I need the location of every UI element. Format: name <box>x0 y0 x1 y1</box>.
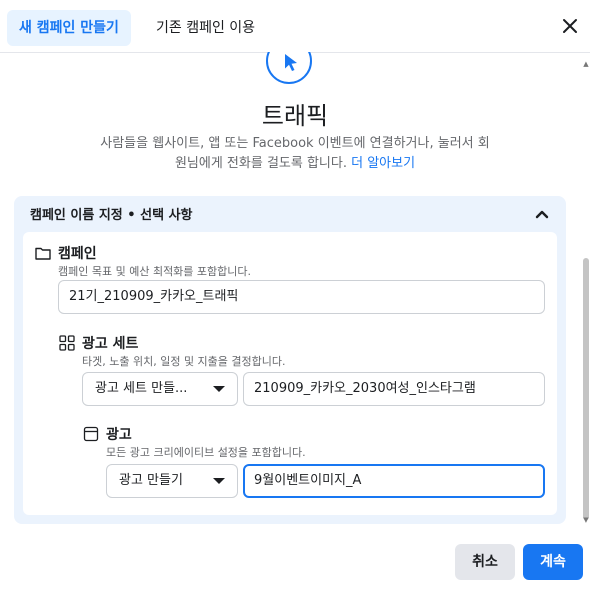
ad-select-label: 광고 만들기 <box>119 473 183 488</box>
campaign-name-input[interactable]: 21기_210909_카카오_트래픽 <box>58 280 545 314</box>
caret-down-icon <box>213 386 225 392</box>
ad-select[interactable]: 광고 만들기 <box>106 464 238 498</box>
objective-description-line1: 사람들을 웹사이트, 앱 또는 Facebook 이벤트에 연결하거나, 눌러서… <box>100 136 490 151</box>
learn-more-link[interactable]: 더 알아보기 <box>351 156 415 171</box>
dialog-header: 새 캠페인 만들기 기존 캠페인 이용 <box>0 0 590 53</box>
objective-description-line2: 원님에게 전화를 걸도록 합니다. <box>174 156 347 171</box>
close-icon[interactable] <box>558 14 582 38</box>
naming-panel: 캠페인 이름 지정 • 선택 사항 캠페인 캠페인 목표 및 예산 최적화를 포… <box>14 196 566 524</box>
ad-title: 광고 <box>106 427 132 443</box>
adset-select-label: 광고 세트 만들... <box>95 381 188 396</box>
campaign-description: 캠페인 목표 및 예산 최적화를 포함합니다. <box>58 265 252 278</box>
chevron-up-icon[interactable] <box>534 206 550 222</box>
continue-button[interactable]: 계속 <box>523 544 583 580</box>
campaign-title: 캠페인 <box>58 246 97 262</box>
scroll-up-icon[interactable]: ▲ <box>582 60 590 68</box>
adset-name-input[interactable]: 210909_카카오_2030여성_인스타그램 <box>243 372 545 406</box>
folder-icon <box>35 247 51 260</box>
naming-panel-title: 캠페인 이름 지정 • 선택 사항 <box>30 208 193 223</box>
objective-title: 트래픽 <box>261 102 329 130</box>
naming-panel-body: 캠페인 캠페인 목표 및 예산 최적화를 포함합니다. 21기_210909_카… <box>23 232 557 515</box>
caret-down-icon <box>213 478 225 484</box>
adset-select[interactable]: 광고 세트 만들... <box>82 372 238 406</box>
adset-description: 타겟, 노출 위치, 일정 및 지출을 결정합니다. <box>82 355 286 368</box>
scrollbar-thumb[interactable] <box>583 258 589 520</box>
cancel-button[interactable]: 취소 <box>455 544 515 580</box>
tab-new-campaign[interactable]: 새 캠페인 만들기 <box>7 10 131 46</box>
cursor-icon <box>285 54 297 71</box>
ad-icon <box>83 426 99 442</box>
scroll-down-icon[interactable]: ▼ <box>582 516 590 524</box>
ad-description: 모든 광고 크리에이티브 설정을 포함합니다. <box>106 446 306 459</box>
objective-description: 사람들을 웹사이트, 앱 또는 Facebook 이벤트에 연결하거나, 눌러서… <box>70 134 520 174</box>
tab-existing-campaign[interactable]: 기존 캠페인 이용 <box>144 10 267 46</box>
adset-title: 광고 세트 <box>82 336 139 352</box>
grid-icon <box>59 335 75 351</box>
ad-name-input[interactable]: 9월이벤트이미지_A <box>243 464 545 498</box>
